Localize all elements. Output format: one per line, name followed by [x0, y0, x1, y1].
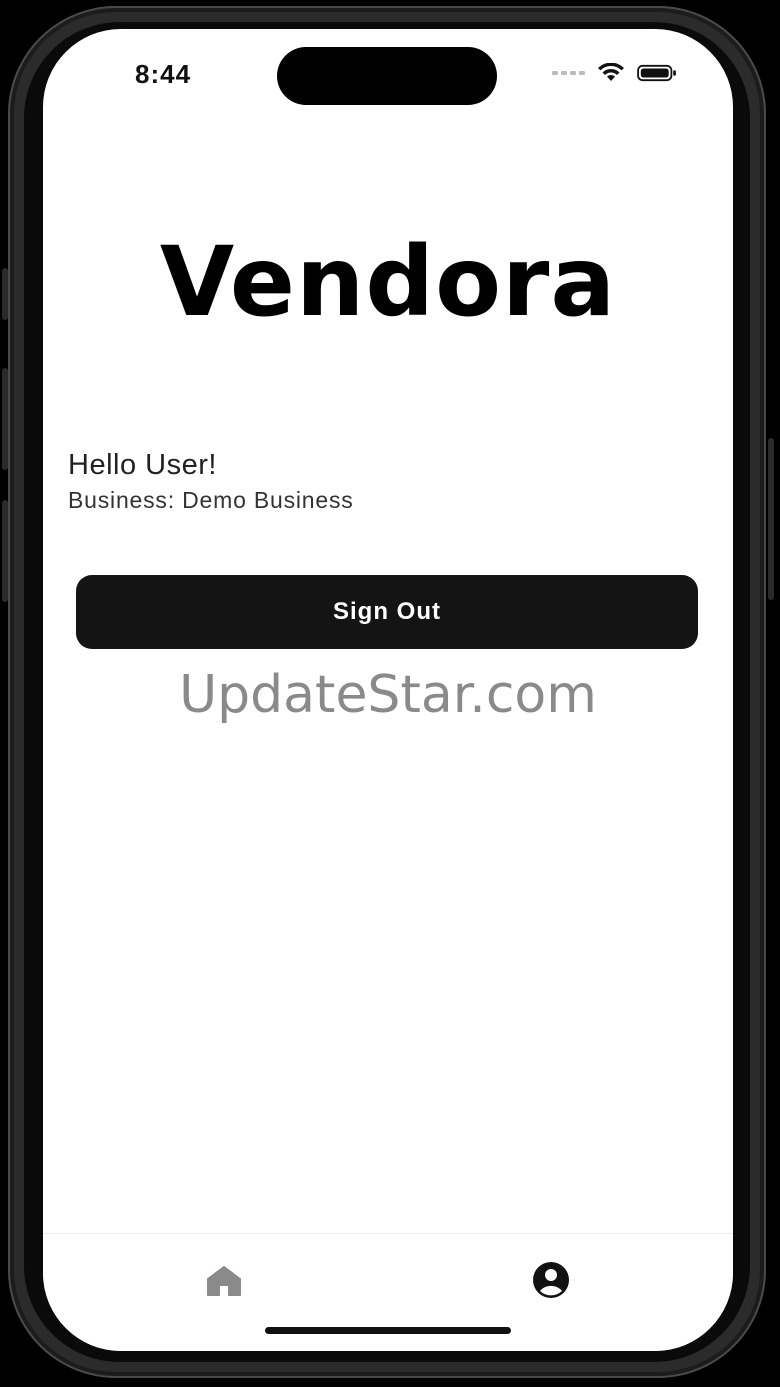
power-button — [768, 438, 774, 600]
device-stage: 8:44 Vendora Hello User! Business: Demo … — [0, 0, 780, 1387]
brand-title: Vendora — [159, 226, 617, 338]
watermark-text: UpdateStar.com — [179, 665, 597, 725]
home-icon — [207, 1266, 241, 1296]
business-name-text: Business: Demo Business — [68, 487, 354, 513]
home-indicator[interactable] — [265, 1327, 511, 1334]
app-screen: 8:44 Vendora Hello User! Business: Demo … — [43, 29, 733, 1351]
wifi-icon — [598, 63, 624, 81]
dynamic-island — [277, 47, 497, 105]
user-circle-icon — [533, 1262, 569, 1298]
tab-home[interactable] — [203, 1260, 245, 1302]
battery-icon — [637, 64, 676, 82]
status-icons — [552, 63, 677, 83]
tab-profile[interactable] — [529, 1258, 573, 1302]
sign-out-button[interactable]: Sign Out — [76, 575, 698, 649]
signal-dots-icon — [552, 71, 585, 75]
status-time: 8:44 — [135, 59, 192, 89]
greeting-text: Hello User! — [68, 449, 217, 481]
